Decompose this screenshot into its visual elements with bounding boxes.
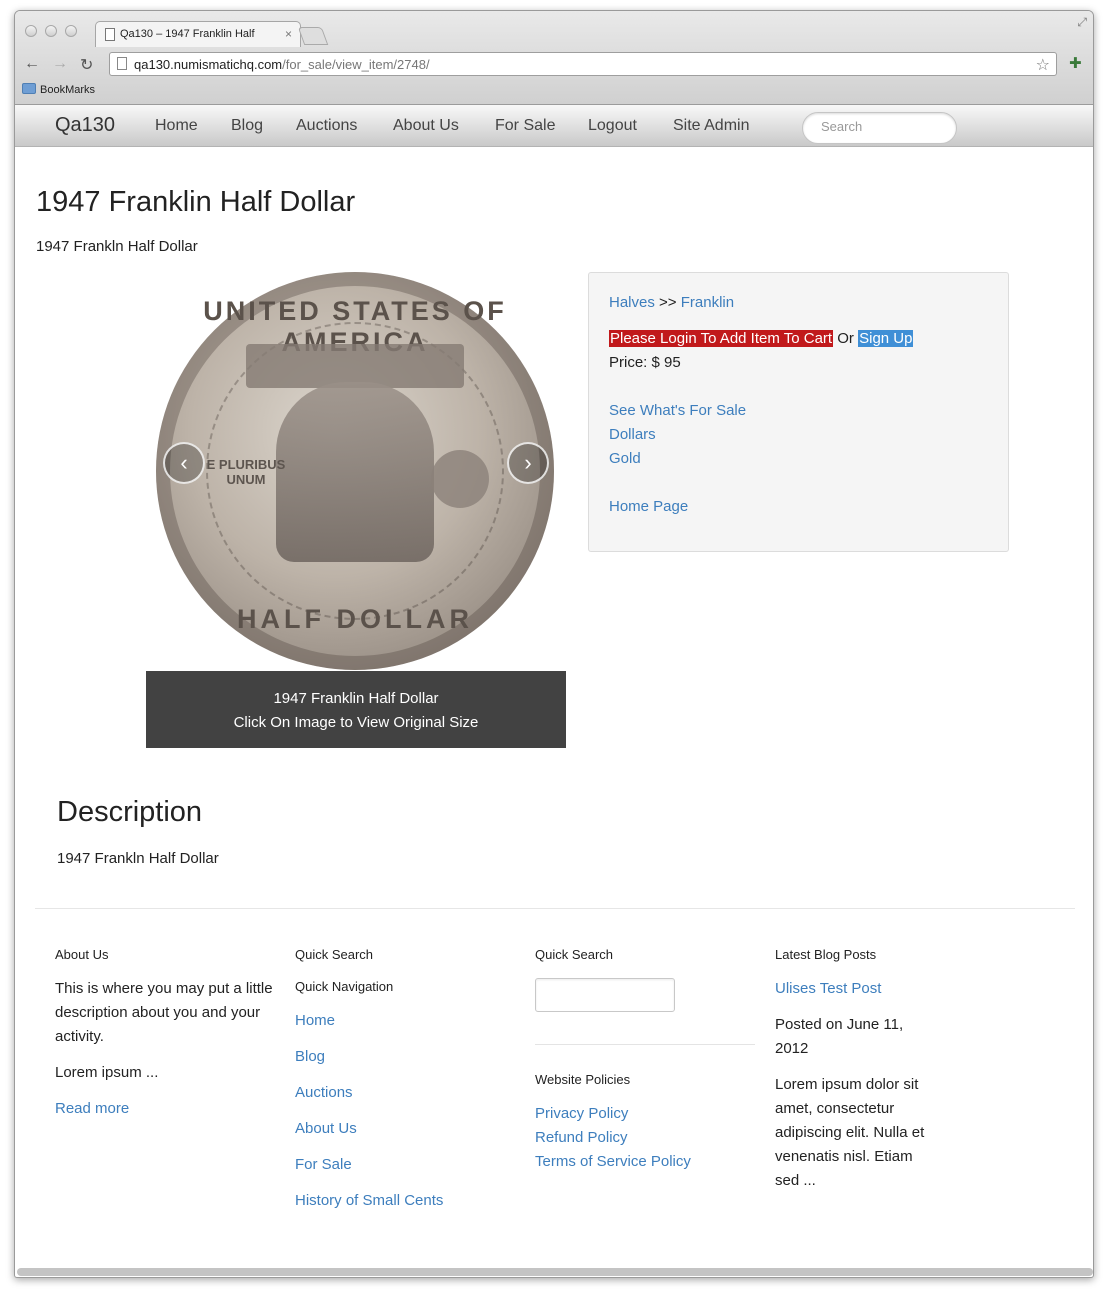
nav-site-admin[interactable]: Site Admin — [673, 117, 749, 135]
link-whats-for-sale[interactable]: See What's For Sale — [609, 402, 746, 419]
footer-link-blog[interactable]: Blog — [295, 1048, 325, 1065]
zoom-window-dot[interactable] — [65, 25, 77, 37]
nav-for-sale[interactable]: For Sale — [495, 117, 555, 135]
coin-image[interactable]: UNITED STATES OF AMERICA E PLURIBUS UNUM… — [156, 272, 554, 670]
back-icon[interactable]: ← — [24, 55, 40, 73]
caption-title: 1947 Franklin Half Dollar — [273, 690, 439, 707]
or-text: Or — [837, 330, 854, 347]
url-path: /for_sale/view_item/2748/ — [282, 57, 430, 72]
coin-motto: E PLURIBUS UNUM — [206, 457, 286, 487]
blog-post-date: Posted on June 11, 2012 — [775, 1016, 904, 1057]
cart-action-line: Please Login To Add Item To Cart Or Sign… — [609, 330, 914, 347]
close-window-dot[interactable] — [25, 25, 37, 37]
item-price: Price: $ 95 — [609, 354, 681, 371]
footer-divider — [35, 908, 1075, 909]
nav-logout[interactable]: Logout — [588, 117, 637, 135]
footer-blog-heading: Latest Blog Posts — [775, 947, 877, 962]
fullscreen-icon[interactable]: ⤢ — [1077, 15, 1087, 30]
footer-nav-subheading: Quick Navigation — [295, 979, 394, 994]
footer-link-small-cents[interactable]: History of Small Cents — [295, 1192, 443, 1209]
liberty-bell-icon — [276, 382, 434, 562]
footer-about-lorem: Lorem ipsum ... — [55, 1064, 159, 1081]
footer-link-home[interactable]: Home — [295, 1012, 335, 1029]
footer-policies-heading: Website Policies — [535, 1072, 631, 1087]
nav-about-us[interactable]: About Us — [393, 117, 459, 135]
nav-blog[interactable]: Blog — [231, 117, 263, 135]
footer-link-for-sale[interactable]: For Sale — [295, 1156, 352, 1173]
forward-icon[interactable]: → — [52, 55, 68, 73]
breadcrumb-franklin[interactable]: Franklin — [681, 294, 734, 311]
site-navbar: Qa130 Home Blog Auctions About Us For Sa… — [15, 105, 1093, 147]
breadcrumb-separator: >> — [659, 294, 677, 311]
nav-home[interactable]: Home — [155, 117, 198, 135]
extension-icon[interactable]: ✚ — [1069, 54, 1082, 72]
browser-tab[interactable]: Qa130 – 1947 Franklin Half × — [95, 21, 301, 47]
breadcrumb: Halves >> Franklin — [609, 294, 734, 311]
address-bar[interactable]: qa130.numismatichq.com/for_sale/view_ite… — [109, 52, 1057, 76]
link-gold[interactable]: Gold — [609, 450, 641, 467]
image-caption: 1947 Franklin Half Dollar Click On Image… — [146, 671, 566, 748]
coin-legend-bottom: HALF DOLLAR — [237, 604, 473, 634]
refund-policy-link[interactable]: Refund Policy — [535, 1129, 628, 1146]
nav-auctions[interactable]: Auctions — [296, 117, 357, 135]
footer-about-heading: About Us — [55, 947, 109, 962]
folder-icon — [22, 83, 36, 94]
description-heading: Description — [57, 796, 203, 828]
eagle-icon — [431, 450, 489, 508]
tab-title: Qa130 – 1947 Franklin Half — [120, 28, 255, 40]
item-info-panel: Halves >> Franklin Please Login To Add I… — [588, 272, 1009, 552]
page-icon — [105, 28, 115, 41]
blog-post-link[interactable]: Ulises Test Post — [775, 980, 881, 997]
footer-about-text: This is where you may put a little descr… — [55, 980, 273, 1045]
link-home-page[interactable]: Home Page — [609, 498, 688, 515]
url-host: qa130.numismatichq.com — [134, 57, 283, 72]
tab-close-icon[interactable]: × — [285, 27, 292, 41]
link-dollars[interactable]: Dollars — [609, 426, 656, 443]
quick-search-input[interactable] — [535, 978, 675, 1012]
minimize-window-dot[interactable] — [45, 25, 57, 37]
sign-up-button[interactable]: Sign Up — [858, 330, 914, 347]
footer-nav-heading: Quick Search — [295, 947, 374, 962]
caption-hint: Click On Image to View Original Size — [233, 714, 479, 731]
footer-link-about-us[interactable]: About Us — [295, 1120, 357, 1137]
bookmarks-label: BookMarks — [40, 84, 96, 96]
new-tab-button[interactable] — [297, 27, 329, 45]
footer-search-heading: Quick Search — [535, 947, 614, 962]
browser-window: Qa130 – 1947 Franklin Half × ⤢ ← → ↻ qa1… — [14, 10, 1094, 1278]
reload-icon[interactable]: ↻ — [80, 55, 93, 75]
carousel-next-icon[interactable]: › — [507, 442, 549, 484]
description-text: 1947 Frankln Half Dollar — [57, 850, 219, 867]
bookmarks-folder[interactable]: BookMarks — [22, 83, 95, 96]
blog-post-excerpt: Lorem ipsum dolor sit amet, consectetur … — [775, 1076, 925, 1189]
privacy-policy-link[interactable]: Privacy Policy — [535, 1105, 628, 1122]
carousel-prev-icon[interactable]: ‹ — [163, 442, 205, 484]
horizontal-scrollbar[interactable] — [17, 1268, 1093, 1276]
page-title: 1947 Franklin Half Dollar — [36, 186, 356, 218]
page-icon — [117, 57, 127, 70]
terms-of-service-link[interactable]: Terms of Service Policy — [535, 1153, 691, 1170]
footer-search-divider — [535, 1044, 755, 1045]
search-input[interactable]: Search — [802, 112, 957, 144]
site-brand[interactable]: Qa130 — [55, 114, 115, 137]
login-to-add-button[interactable]: Please Login To Add Item To Cart — [609, 330, 834, 347]
item-subtitle: 1947 Frankln Half Dollar — [36, 238, 198, 255]
footer-link-auctions[interactable]: Auctions — [295, 1084, 353, 1101]
bookmark-star-icon[interactable]: ☆ — [1036, 55, 1050, 75]
breadcrumb-halves[interactable]: Halves — [609, 294, 655, 311]
browser-chrome: Qa130 – 1947 Franklin Half × ⤢ ← → ↻ qa1… — [15, 11, 1093, 105]
page-content: 1947 Franklin Half Dollar 1947 Frankln H… — [15, 148, 1093, 1277]
read-more-link[interactable]: Read more — [55, 1100, 129, 1117]
item-image-carousel[interactable]: UNITED STATES OF AMERICA E PLURIBUS UNUM… — [146, 268, 566, 670]
